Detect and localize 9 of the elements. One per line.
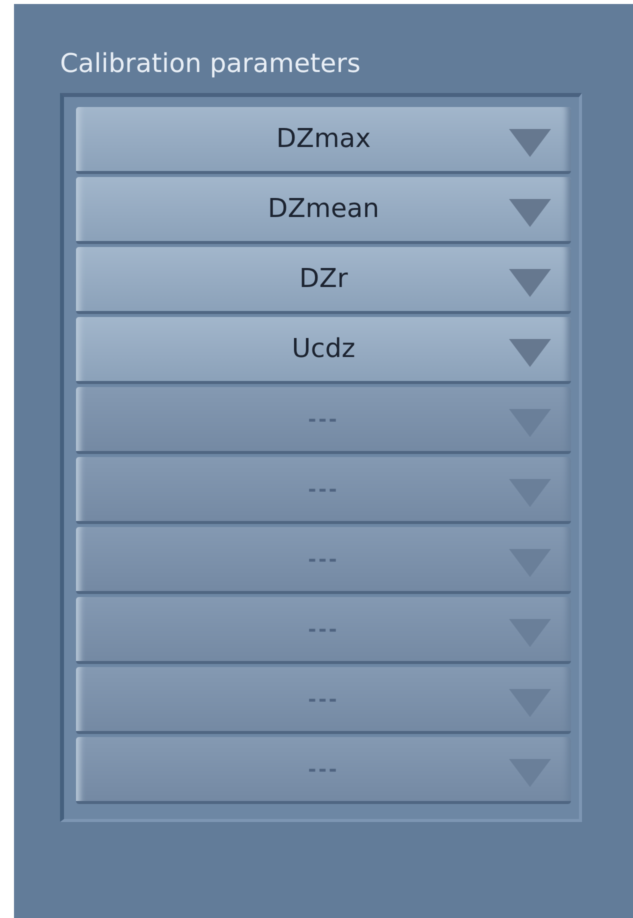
panel-title: Calibration parameters xyxy=(60,49,362,79)
caret-icon xyxy=(509,199,551,227)
caret-icon xyxy=(509,339,551,367)
dropdown[interactable]: Ucdz xyxy=(76,317,571,384)
caret-icon xyxy=(509,129,551,157)
dropdown[interactable]: DZr xyxy=(76,247,571,314)
dropdown[interactable]: DZmax xyxy=(76,107,571,174)
caret-icon xyxy=(509,269,551,297)
dropdown[interactable]: DZmean xyxy=(76,177,571,244)
